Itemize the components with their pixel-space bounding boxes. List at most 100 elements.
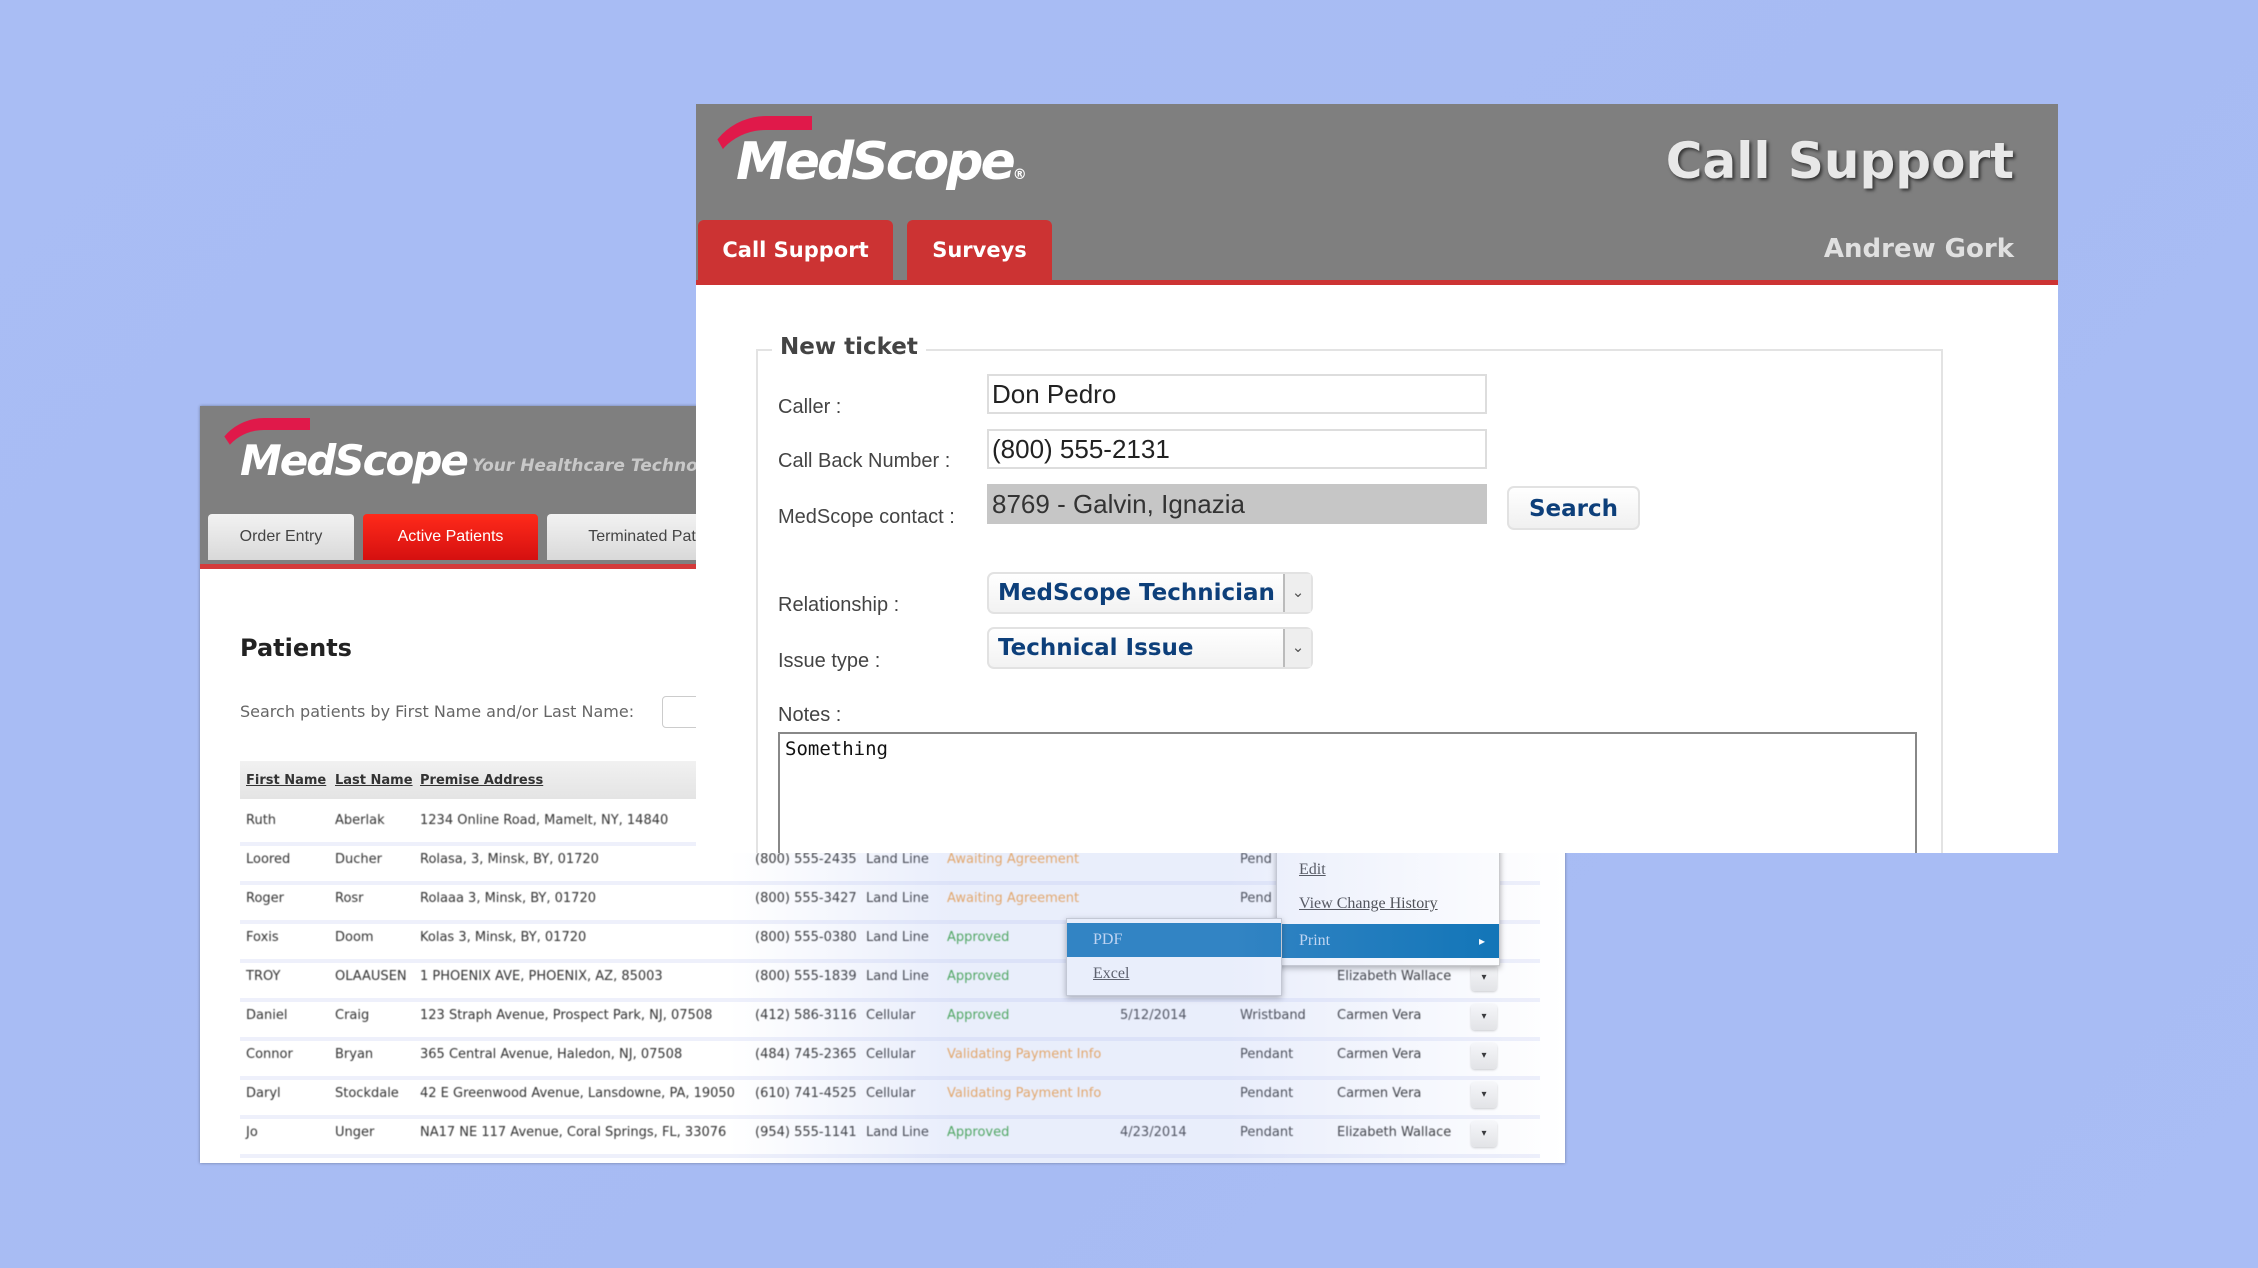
cell-status: Approved	[947, 1125, 1010, 1140]
cell-first: Loored	[246, 852, 291, 867]
row-actions-dropdown-icon[interactable]: ▾	[1471, 1004, 1497, 1030]
cell-date: 5/12/2014	[1120, 1008, 1187, 1023]
tab-active-patients[interactable]: Active Patients	[363, 514, 538, 560]
cell-address: 42 E Greenwood Avenue, Lansdowne, PA, 19…	[420, 1086, 735, 1101]
cell-phone: (800) 555-0380	[755, 930, 857, 945]
cell-address: 365 Central Avenue, Haledon, NJ, 07508	[420, 1047, 683, 1062]
callback-number-input[interactable]: (800) 555-2131	[987, 429, 1487, 469]
cell-phone: (484) 745-2365	[755, 1047, 857, 1062]
row-actions-dropdown-icon[interactable]: ▾	[1471, 1043, 1497, 1069]
cell-phone: (800) 555-1839	[755, 969, 857, 984]
cell-phone: (610) 741-4525	[755, 1086, 857, 1101]
caller-input[interactable]: Don Pedro	[987, 374, 1487, 414]
cell-phone: (954) 555-1141	[755, 1125, 857, 1140]
cell-staff: Elizabeth Wallace	[1337, 969, 1452, 984]
column-premise-address[interactable]: Premise Address	[420, 773, 543, 788]
cell-line: Cellular	[866, 1086, 916, 1101]
cell-last: Ducher	[335, 852, 382, 867]
search-button[interactable]: Search	[1507, 486, 1640, 530]
cell-status: Approved	[947, 969, 1010, 984]
cell-last: Stockdale	[335, 1086, 399, 1101]
submenu-item-pdf[interactable]: PDF	[1067, 923, 1281, 957]
logo-text: MedScope	[736, 132, 1016, 192]
relationship-label: Relationship :	[778, 594, 900, 616]
medscope-contact-input[interactable]: 8769 - Galvin, Ignazia	[987, 484, 1487, 524]
cell-device: Pendant	[1240, 1086, 1294, 1101]
chevron-down-icon[interactable]: ⌄	[1283, 574, 1311, 612]
cell-first: Jo	[246, 1125, 258, 1140]
relationship-selected-value: MedScope Technician	[998, 580, 1275, 606]
table-row[interactable]: Connor Bryan 365 Central Avenue, Haledon, …	[240, 1037, 1540, 1080]
menu-item-edit-label: Edit	[1299, 861, 1326, 878]
submenu-arrow-icon: ▸	[1478, 934, 1485, 948]
cell-first: Connor	[246, 1047, 293, 1062]
tab-order-entry[interactable]: Order Entry	[208, 514, 354, 560]
row-actions-dropdown-icon[interactable]: ▾	[1471, 965, 1497, 991]
cell-last: Rosr	[335, 891, 364, 906]
notes-label: Notes :	[778, 704, 842, 726]
cell-address: 1234 Online Road, Mamelt, NY, 14840	[420, 813, 669, 828]
cell-first: Daryl	[246, 1086, 281, 1101]
registered-mark: ®	[1012, 167, 1027, 183]
table-row[interactable]: Jo Unger NA17 NE 117 Avenue, Coral Springs…	[240, 1115, 1540, 1158]
row-action-menu: Edit View Change History Print ▸	[1276, 846, 1500, 966]
column-first-name[interactable]: First Name	[246, 773, 326, 788]
cell-first: TROY	[246, 969, 281, 984]
fieldset-legend: New ticket	[772, 334, 926, 360]
tab-call-support[interactable]: Call Support	[698, 220, 893, 280]
table-row[interactable]: Daniel Craig 123 Straph Avenue, Prospect P…	[240, 998, 1540, 1041]
cell-first: Daniel	[246, 1008, 288, 1023]
cell-status: Approved	[947, 930, 1010, 945]
logo-tagline: Your Healthcare Technolo	[472, 456, 716, 476]
header-divider	[696, 280, 2058, 285]
issue-type-label: Issue type :	[778, 650, 881, 672]
cell-last: Aberlak	[335, 813, 385, 828]
row-actions-dropdown-icon[interactable]: ▾	[1471, 1121, 1497, 1147]
cell-address: Rolaaa 3, Minsk, BY, 01720	[420, 891, 596, 906]
cell-status: Validating Payment Info	[947, 1047, 1102, 1062]
cell-line: Land Line	[866, 852, 929, 867]
cell-last: Craig	[335, 1008, 370, 1023]
cell-last: Doom	[335, 930, 374, 945]
cell-first: Ruth	[246, 813, 277, 828]
column-last-name[interactable]: Last Name	[335, 773, 413, 788]
chevron-down-icon[interactable]: ⌄	[1283, 629, 1311, 667]
table-row[interactable]: Daryl Stockdale 42 E Greenwood Avenue, Lan…	[240, 1076, 1540, 1119]
cell-staff: Elizabeth Wallace	[1337, 1125, 1452, 1140]
cell-staff: Carmen Vera	[1337, 1086, 1422, 1101]
notes-textarea[interactable]: Something	[778, 732, 1917, 853]
tab-surveys[interactable]: Surveys	[907, 220, 1052, 280]
cell-line: Cellular	[866, 1008, 916, 1023]
cell-device: Pendant	[1240, 1125, 1294, 1140]
row-actions-dropdown-icon[interactable]: ▾	[1471, 1082, 1497, 1108]
cell-last: Unger	[335, 1125, 375, 1140]
cell-date: 4/23/2014	[1120, 1125, 1187, 1140]
print-submenu: PDF Excel	[1066, 918, 1282, 996]
menu-item-view-change-history[interactable]: View Change History	[1277, 887, 1499, 921]
cell-address: NA17 NE 117 Avenue, Coral Springs, FL, 3…	[420, 1125, 727, 1140]
user-name[interactable]: Andrew Gork	[1824, 234, 2014, 264]
medscope-logo: MedScope	[240, 436, 469, 485]
cell-address: Rolasa, 3, Minsk, BY, 01720	[420, 852, 599, 867]
call-support-window: MedScope® Call Support Andrew Gork Call …	[696, 104, 2058, 853]
cell-last: Bryan	[335, 1047, 374, 1062]
cell-staff: Carmen Vera	[1337, 1047, 1422, 1062]
menu-item-print[interactable]: Print ▸	[1277, 924, 1499, 958]
caller-label: Caller :	[778, 396, 842, 418]
cell-device: Pendant	[1240, 1047, 1294, 1062]
issue-type-select[interactable]: Technical Issue ⌄	[987, 627, 1313, 669]
cell-line: Cellular	[866, 1047, 916, 1062]
cell-phone: (800) 555-3427	[755, 891, 857, 906]
menu-item-view-change-history-label: View Change History	[1299, 895, 1438, 912]
cell-address: Kolas 3, Minsk, BY, 01720	[420, 930, 587, 945]
submenu-item-excel[interactable]: Excel	[1067, 957, 1281, 991]
cell-line: Land Line	[866, 1125, 929, 1140]
cell-status: Awaiting Agreement	[947, 852, 1080, 867]
cell-line: Land Line	[866, 891, 929, 906]
cell-first: Roger	[246, 891, 284, 906]
page-title: Patients	[240, 634, 352, 662]
menu-item-edit[interactable]: Edit	[1277, 853, 1499, 887]
cell-status: Validating Payment Info	[947, 1086, 1102, 1101]
relationship-select[interactable]: MedScope Technician ⌄	[987, 572, 1313, 614]
cell-status: Awaiting Agreement	[947, 891, 1080, 906]
